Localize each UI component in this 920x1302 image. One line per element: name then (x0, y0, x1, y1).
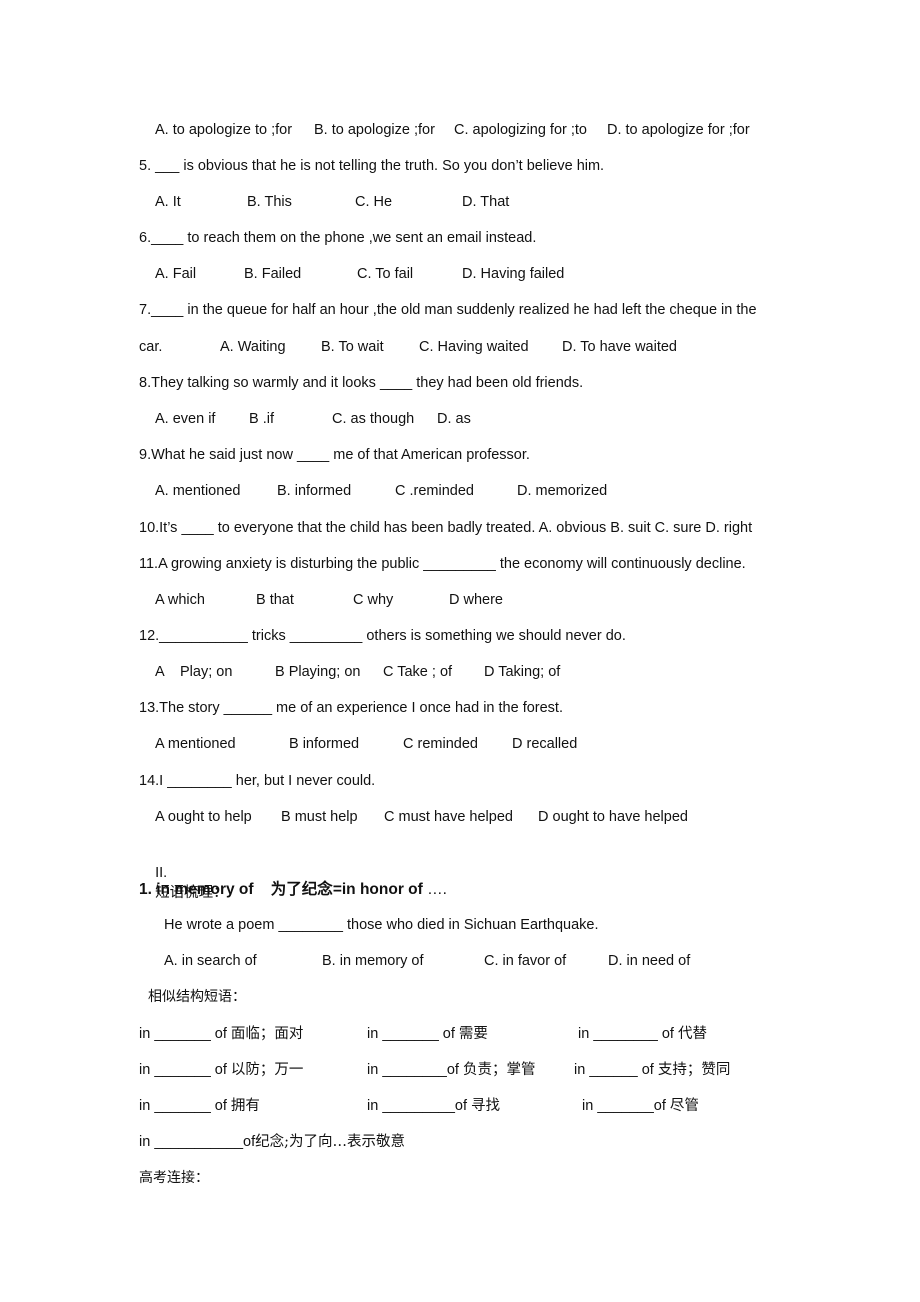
option-b: B must help (281, 809, 358, 825)
phrase-meaning: 负责；掌管 (462, 1062, 536, 1078)
option-b: B. Failed (244, 266, 302, 282)
phrase-meaning: 以防；万一 (230, 1062, 304, 1078)
phrase-pattern: in _______of (582, 1098, 666, 1114)
option-d: D. memorized (517, 483, 608, 499)
option-c: C why (353, 592, 394, 608)
option-d: D where (449, 592, 503, 608)
option-b: B .if (249, 411, 274, 427)
option-b: B. to apologize ;for (314, 122, 435, 138)
phrase-pattern: in ______ of (574, 1062, 654, 1078)
phrase-blank: in _______ of 以防；万一 (139, 1060, 303, 1080)
question-10-stem: 10.It’s ____ to everyone that the child … (139, 520, 753, 536)
phrase-1-dots: …. (422, 881, 447, 898)
option-b: B that (256, 592, 294, 608)
phrase-meaning: 需要 (458, 1026, 488, 1042)
phrase-meaning: 尽管 (669, 1098, 699, 1114)
phrase-blank: in _________of 寻找 (367, 1096, 500, 1116)
option-a: A. It (155, 194, 181, 210)
option-b: B. informed (277, 483, 352, 499)
phrase-meaning: 支持；赞同 (657, 1062, 731, 1078)
option-d: D Taking; of (484, 664, 561, 680)
option-a: A. Fail (155, 266, 197, 282)
option-a: A Play; on (155, 664, 233, 680)
phrase-pattern: in _______ of (367, 1026, 455, 1042)
phrase-blank: in ________of 负责；掌管 (367, 1060, 535, 1080)
phrase-1-chinese: 为了纪念 (270, 879, 333, 898)
question-11-stem: 11.A growing anxiety is disturbing the p… (139, 556, 746, 572)
option-a: A. in search of (164, 953, 257, 969)
question-5-stem: 5. ___ is obvious that he is not telling… (139, 158, 605, 174)
question-7-stem-wrap: car. (139, 339, 163, 355)
option-c: C. as though (332, 411, 415, 427)
option-a: A. Waiting (220, 339, 286, 355)
phrase-1-equivalent: =in honor of (332, 881, 423, 898)
option-d: D recalled (512, 736, 578, 752)
phrase-blank: in _______ of 需要 (367, 1024, 488, 1044)
option-a: A. mentioned (155, 483, 241, 499)
option-c: C. Having waited (419, 339, 529, 355)
phrase-1-title: 1. in memory of 为了纪念=in honor of …. (139, 879, 447, 899)
phrase-pattern: in _________of (367, 1098, 467, 1114)
question-6-stem: 6.____ to reach them on the phone ,we se… (139, 230, 537, 246)
question-14-stem: 14.I ________ her, but I never could. (139, 773, 376, 789)
option-b: B. This (247, 194, 292, 210)
similar-row-4: in ___________of纪念;为了向…表示敬意 (139, 1132, 405, 1152)
option-a: A ought to help (155, 809, 252, 825)
phrase-pattern: in _______ of (139, 1098, 227, 1114)
phrase-1-english: 1. in memory of (139, 881, 254, 898)
option-d: D. Having failed (462, 266, 565, 282)
phrase-pattern: in _______ of (139, 1026, 227, 1042)
question-7-stem: 7.____ in the queue for half an hour ,th… (139, 302, 757, 318)
option-c: C. in favor of (484, 953, 567, 969)
phrase-blank: in ______ of 支持；赞同 (574, 1060, 730, 1080)
phrase-pattern: in ___________of (139, 1134, 256, 1150)
phrase-blank: in _______ of 面临；面对 (139, 1024, 303, 1044)
phrase-pattern: in ________of (367, 1062, 459, 1078)
similar-phrases-label: 相似结构短语： (148, 989, 246, 1005)
option-d: D. To have waited (562, 339, 677, 355)
phrase-meaning: 寻找 (471, 1098, 501, 1114)
option-c: C. apologizing for ;to (454, 122, 587, 138)
question-8-stem: 8.They talking so warmly and it looks __… (139, 375, 584, 391)
phrase-blank: in ________ of 代替 (578, 1024, 707, 1044)
question-9-stem: 9.What he said just now ____ me of that … (139, 447, 530, 463)
option-c: C. To fail (357, 266, 414, 282)
option-d: D. That (462, 194, 510, 210)
phrase-1-example: He wrote a poem ________ those who died … (164, 917, 599, 933)
document-page: A. to apologize to ;for B. to apologize … (0, 0, 920, 1302)
question-12-stem: 12.___________ tricks _________ others i… (139, 628, 626, 644)
option-c: C. He (355, 194, 393, 210)
option-d: D. as (437, 411, 471, 427)
phrase-meaning: 拥有 (230, 1098, 260, 1114)
gaokao-link-label: 高考连接： (139, 1170, 209, 1186)
phrase-meaning: 代替 (677, 1026, 707, 1042)
option-d: D. in need of (608, 953, 691, 969)
option-c: C reminded (403, 736, 478, 752)
option-d: D. to apologize for ;for (607, 122, 750, 138)
option-a: A mentioned (155, 736, 236, 752)
phrase-meaning: 面临；面对 (230, 1026, 304, 1042)
option-a: A which (155, 592, 205, 608)
option-d: D ought to have helped (538, 809, 688, 825)
phrase-meaning: 纪念;为了向…表示敬意 (255, 1134, 406, 1150)
phrase-blank: in _______ of 拥有 (139, 1096, 260, 1116)
phrase-pattern: in _______ of (139, 1062, 227, 1078)
question-13-stem: 13.The story ______ me of an experience … (139, 700, 563, 716)
phrase-blank: in _______of 尽管 (582, 1096, 699, 1116)
phrase-pattern: in ________ of (578, 1026, 674, 1042)
option-b: B. To wait (321, 339, 384, 355)
option-c: C must have helped (384, 809, 513, 825)
section-2-heading: II. 短语梳理： (139, 843, 228, 901)
option-b: B informed (289, 736, 360, 752)
option-a: A. even if (155, 411, 216, 427)
option-a: A. to apologize to ;for (155, 122, 293, 138)
option-c: C Take ; of (383, 664, 453, 680)
option-c: C .reminded (395, 483, 474, 499)
option-b: B. in memory of (322, 953, 424, 969)
option-b: B Playing; on (275, 664, 361, 680)
